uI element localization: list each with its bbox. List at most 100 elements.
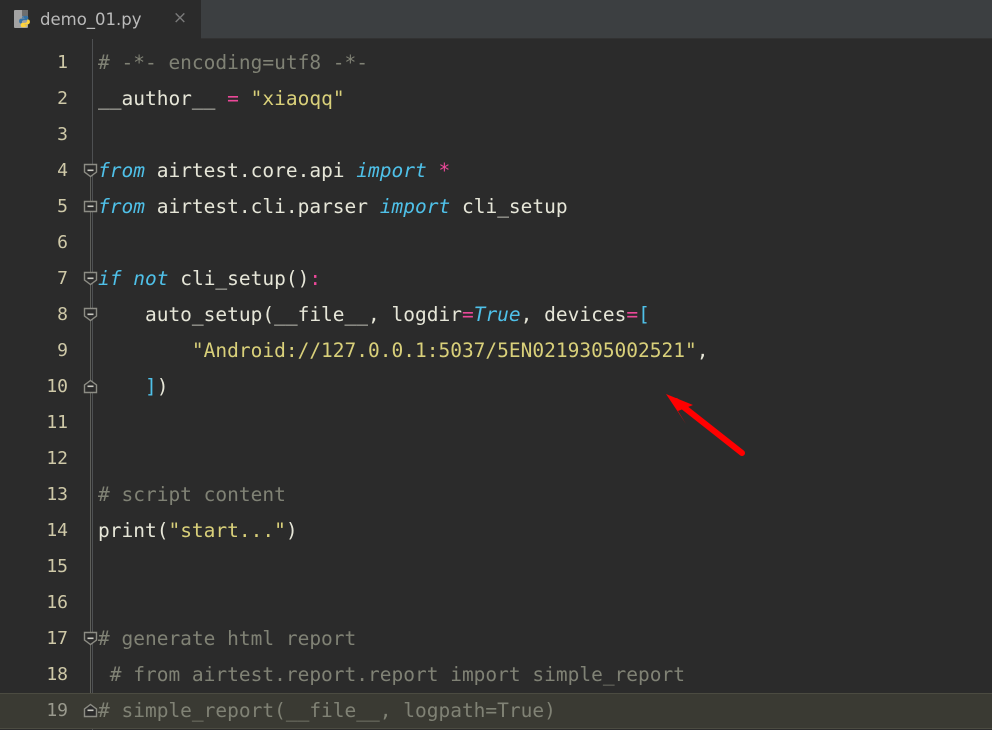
code-token: "Android://127.0.0.1:5037/5EN02193050025…	[191, 339, 697, 362]
fold-marker-icon[interactable]	[83, 163, 98, 178]
code-token: # -*- encoding=utf8 -*-	[98, 51, 369, 74]
code-token: ,	[696, 339, 709, 362]
code-line-1[interactable]: 1 # -*- encoding=utf8 -*-	[0, 45, 992, 81]
code-token: airtest.cli.parser	[144, 195, 380, 218]
code-line-16[interactable]: 16	[0, 585, 992, 621]
line-number: 12	[46, 448, 68, 469]
code-token: auto_setup(__file__, logdir	[98, 303, 462, 326]
code-line-13[interactable]: 13 # script content	[0, 477, 992, 513]
code-token: import	[379, 195, 451, 218]
code-text[interactable]: auto_setup(__file__, logdir=True, device…	[98, 297, 650, 333]
code-text[interactable]: if not cli_setup():	[98, 261, 321, 297]
line-number: 17	[46, 628, 68, 649]
code-editor[interactable]: 1 # -*- encoding=utf8 -*- 2 __author__ = "x…	[0, 39, 992, 730]
editor-tab-bar: demo_01.py ×	[0, 0, 992, 39]
code-token: )	[285, 519, 298, 542]
code-token: , devices	[520, 303, 627, 326]
code-token: )	[156, 375, 169, 398]
line-number: 7	[57, 268, 68, 289]
code-token: True	[473, 303, 521, 326]
code-token: if	[98, 267, 122, 290]
line-number: 5	[57, 196, 68, 217]
code-text[interactable]: print("start...")	[98, 513, 298, 549]
code-token: # from airtest.report.report import simp…	[98, 663, 685, 686]
code-line-10[interactable]: 10 ])	[0, 369, 992, 405]
code-token: from	[98, 195, 145, 218]
line-number: 10	[46, 376, 68, 397]
python-file-icon	[14, 10, 32, 29]
code-token: [	[638, 303, 650, 326]
code-token: not	[133, 267, 169, 290]
code-token: cli_setup	[450, 195, 568, 218]
code-text[interactable]: __author__ = "xiaoqq"	[98, 81, 345, 117]
code-token: from	[98, 159, 145, 182]
fold-marker-icon[interactable]	[83, 307, 98, 322]
fold-marker-icon[interactable]	[83, 631, 98, 646]
line-number: 1	[57, 52, 68, 73]
line-number: 9	[57, 340, 68, 361]
line-number: 3	[57, 124, 68, 145]
code-token: :	[309, 267, 322, 290]
code-token: ]	[144, 375, 157, 398]
tab-demo-01-py[interactable]: demo_01.py ×	[0, 0, 201, 39]
line-number: 16	[46, 592, 68, 613]
code-text[interactable]: # from airtest.report.report import simp…	[98, 657, 685, 693]
line-number: 4	[57, 160, 68, 181]
line-number: 8	[57, 304, 68, 325]
code-text[interactable]: from airtest.core.api import *	[98, 153, 450, 189]
code-token: # script content	[98, 483, 286, 506]
code-line-18[interactable]: 18 # from airtest.report.report import s…	[0, 657, 992, 693]
code-line-4[interactable]: 4 from airtest.core.api import *	[0, 153, 992, 189]
code-text[interactable]: # simple_report(__file__, logpath=True)	[98, 693, 556, 729]
line-number: 15	[46, 556, 68, 577]
tab-label: demo_01.py	[40, 10, 142, 29]
line-number: 14	[46, 520, 68, 541]
code-line-7[interactable]: 7 if not cli_setup():	[0, 261, 992, 297]
fold-marker-icon[interactable]	[83, 199, 98, 214]
fold-marker-icon[interactable]	[83, 271, 98, 286]
code-token: =	[461, 303, 474, 326]
code-line-19[interactable]: 19 # simple_report(__file__, logpath=True…	[0, 693, 992, 729]
code-line-8[interactable]: 8 auto_setup(__file__, logdir=True, devi…	[0, 297, 992, 333]
code-text[interactable]: from airtest.cli.parser import cli_setup	[98, 189, 568, 225]
line-number: 13	[46, 484, 68, 505]
line-number: 2	[57, 88, 68, 109]
code-text[interactable]: # generate html report	[98, 621, 356, 657]
code-line-6[interactable]: 6	[0, 225, 992, 261]
code-line-14[interactable]: 14 print("start...")	[0, 513, 992, 549]
line-number: 11	[46, 412, 68, 433]
fold-marker-icon[interactable]	[83, 379, 98, 394]
code-token: *	[438, 159, 451, 182]
code-text[interactable]: # -*- encoding=utf8 -*-	[98, 45, 368, 81]
code-token: airtest.core.api	[144, 159, 357, 182]
line-number: 19	[46, 700, 68, 721]
code-text[interactable]: ])	[98, 369, 169, 405]
code-text[interactable]: "Android://127.0.0.1:5037/5EN02193050025…	[98, 333, 709, 369]
code-line-2[interactable]: 2 __author__ = "xiaoqq"	[0, 81, 992, 117]
code-line-11[interactable]: 11	[0, 405, 992, 441]
close-icon[interactable]: ×	[172, 10, 188, 27]
code-line-15[interactable]: 15	[0, 549, 992, 585]
code-token: __author__	[98, 87, 228, 110]
code-line-3[interactable]: 3	[0, 117, 992, 153]
code-token: "xiaoqq"	[250, 87, 345, 110]
line-number: 18	[46, 664, 68, 685]
code-token: =	[626, 303, 639, 326]
line-number: 6	[57, 232, 68, 253]
fold-marker-icon[interactable]	[83, 703, 98, 718]
code-token: cli_setup()	[168, 267, 310, 290]
code-text[interactable]: # script content	[98, 477, 286, 513]
code-line-9[interactable]: 9 "Android://127.0.0.1:5037/5EN021930500…	[0, 333, 992, 369]
code-line-17[interactable]: 17 # generate html report	[0, 621, 992, 657]
code-token: "start..."	[168, 519, 286, 542]
code-token: # simple_report(__file__, logpath=True)	[98, 699, 556, 722]
code-token: =	[227, 87, 239, 110]
code-line-5[interactable]: 5 from airtest.cli.parser import cli_setu…	[0, 189, 992, 225]
code-line-12[interactable]: 12	[0, 441, 992, 477]
code-token: # generate html report	[98, 627, 357, 650]
code-token: print(	[98, 519, 169, 542]
